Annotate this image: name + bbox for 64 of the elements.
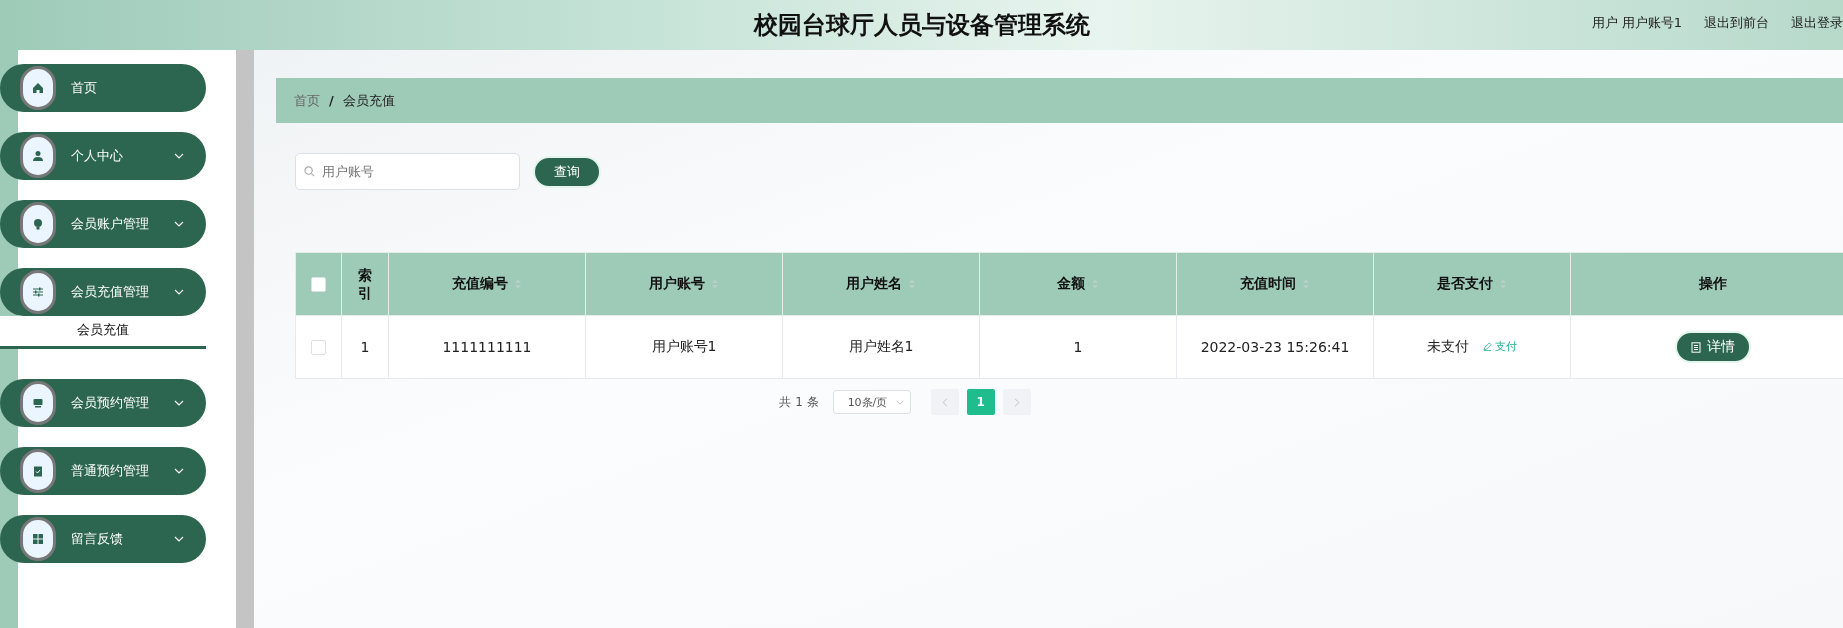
column-header[interactable]: 用户姓名 [846, 275, 902, 291]
column-header[interactable]: 是否支付 [1437, 275, 1493, 291]
chevron-down-icon [174, 289, 184, 295]
sort-icon[interactable] [1302, 278, 1310, 290]
sidebar-item[interactable]: 个人中心 [0, 132, 206, 180]
select-all-checkbox[interactable] [311, 277, 326, 293]
sort-icon[interactable] [1091, 278, 1099, 290]
search-icon [304, 166, 315, 177]
sidebar-subitem[interactable]: 会员充值 [0, 316, 206, 349]
breadcrumb-item[interactable]: 首页 [294, 91, 320, 110]
table-cell-text: 用户账号1 [651, 338, 717, 354]
search-field[interactable]: 用户账号 [295, 153, 520, 190]
sidebar-item[interactable]: 留言反馈 [0, 515, 206, 563]
column-header: 操作 [1698, 275, 1727, 291]
sort-icon[interactable] [1499, 278, 1507, 290]
details-button[interactable]: 详情 [1674, 331, 1751, 363]
column-header[interactable]: 金额 [1057, 275, 1085, 291]
breadcrumb-item: 会员充值 [342, 91, 395, 110]
document-icon [1690, 341, 1701, 353]
column-header: 索引 [357, 265, 373, 303]
sidebar-item[interactable]: 首页 [0, 64, 206, 112]
next-page-button[interactable] [1002, 389, 1031, 415]
table-cell-text: 未支付 [1427, 338, 1469, 354]
total-count: 共 1 条 [779, 393, 819, 411]
header-link[interactable]: 退出登录 [1791, 14, 1843, 32]
table-cell-text: 2022-03-23 15:26:41 [1200, 339, 1350, 355]
chevron-right-icon [1013, 397, 1020, 407]
breadcrumb-separator: / [329, 93, 334, 108]
lightbulb-icon [32, 218, 44, 230]
sidebar-item[interactable]: 会员预约管理 [0, 379, 206, 427]
chevron-down-icon [895, 399, 904, 405]
sidebar-item[interactable]: 会员充值管理 [0, 268, 206, 316]
column-header[interactable]: 用户账号 [649, 275, 705, 291]
column-header[interactable]: 充值编号 [452, 275, 508, 291]
header-link[interactable]: 退出到前台 [1704, 14, 1769, 32]
person-icon [32, 150, 44, 162]
sidebar-item[interactable]: 普通预约管理 [0, 447, 206, 495]
sliders-icon [32, 286, 44, 298]
table-cell-text: 1 [1073, 339, 1083, 355]
chevron-down-icon [174, 400, 184, 406]
table-cell-text: 1111111111 [442, 339, 532, 355]
previous-page-button[interactable] [930, 389, 959, 415]
clipboard-check-icon [32, 465, 44, 477]
search-button[interactable]: 查询 [533, 155, 601, 188]
chevron-down-icon [174, 536, 184, 542]
grid-icon [32, 533, 44, 545]
pencil-icon [1483, 342, 1492, 351]
home-icon [32, 82, 44, 94]
table-cell-text: 用户姓名1 [848, 338, 914, 354]
sort-icon[interactable] [514, 278, 522, 290]
page-size-select[interactable]: 10条/页 [832, 390, 911, 414]
monitor-icon [32, 397, 44, 409]
app-title: 校园台球厅人员与设备管理系统 [753, 10, 1090, 41]
sort-icon[interactable] [711, 278, 719, 290]
chevron-down-icon [174, 468, 184, 474]
chevron-down-icon [174, 153, 184, 159]
chevron-left-icon [941, 397, 948, 407]
table-cell-text: 1 [360, 339, 370, 355]
user-label: 用户 用户账号1 [1591, 14, 1682, 32]
sort-icon[interactable] [908, 278, 916, 290]
chevron-down-icon [174, 221, 184, 227]
column-header[interactable]: 充值时间 [1240, 275, 1296, 291]
row-checkbox[interactable] [311, 340, 326, 356]
sidebar-item[interactable]: 会员账户管理 [0, 200, 206, 248]
